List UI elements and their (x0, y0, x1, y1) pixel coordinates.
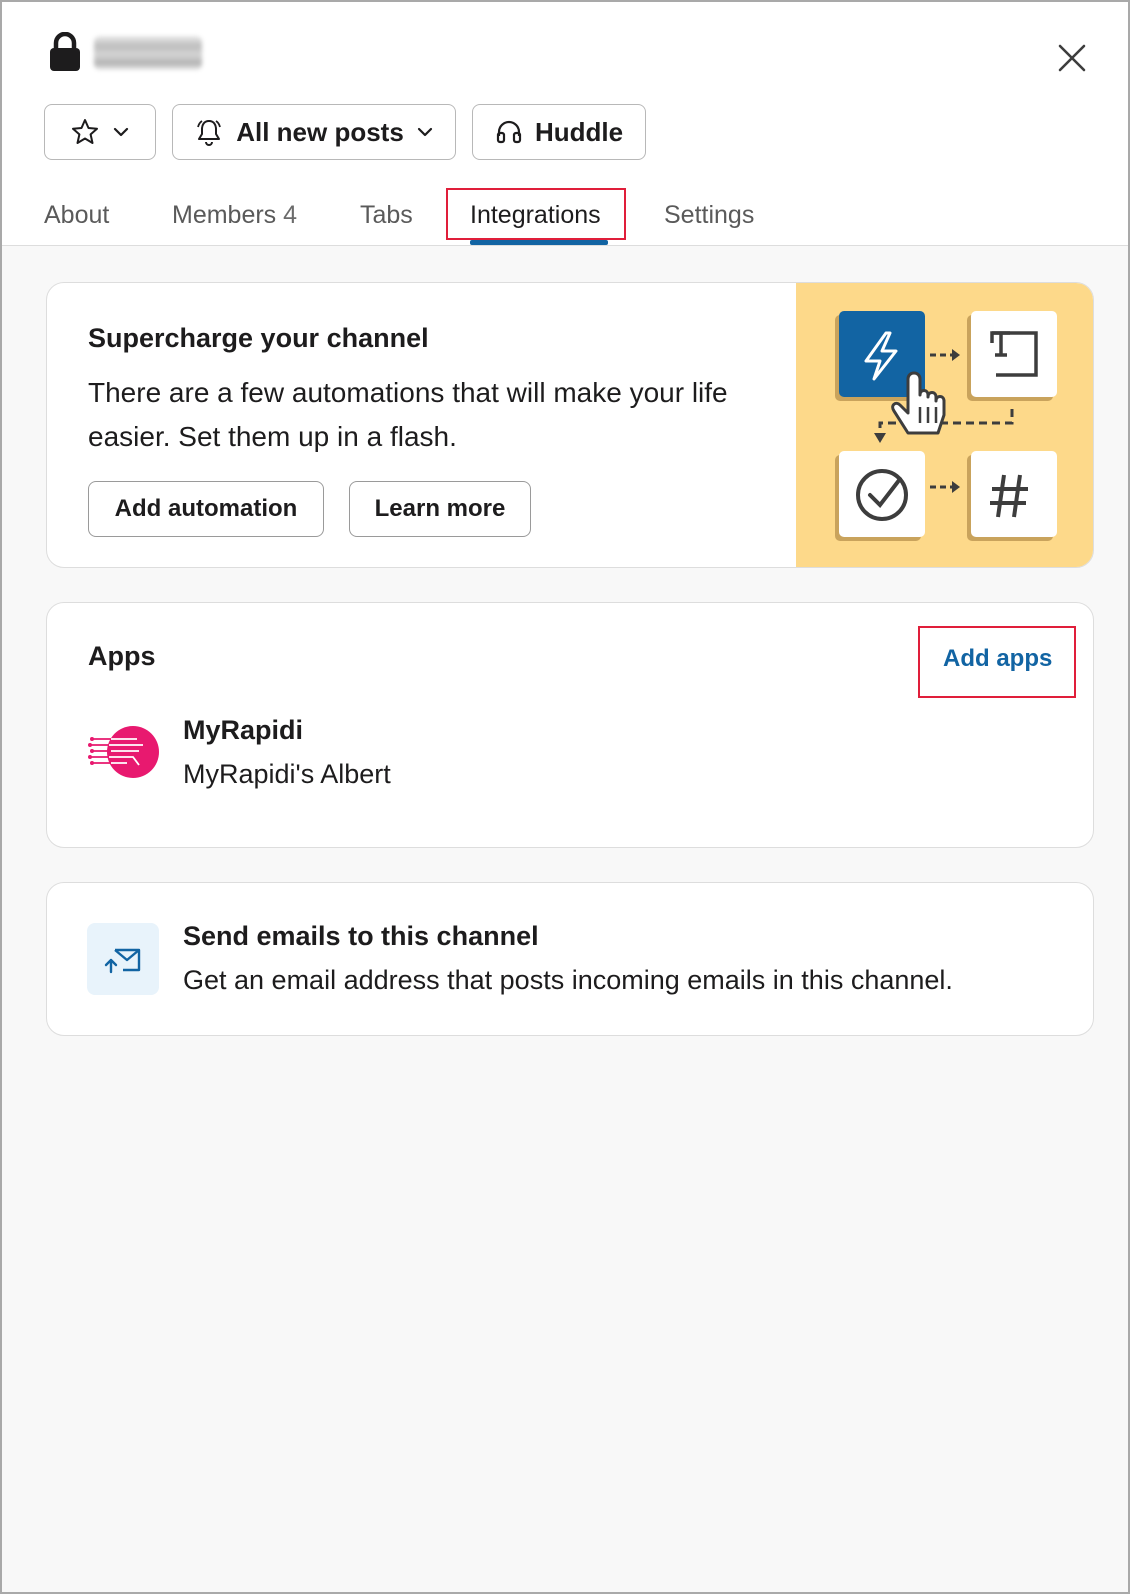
highlight-box-integrations (446, 188, 626, 240)
myrapidi-logo-icon (88, 726, 159, 778)
dialog-header: private-channel All new posts (2, 2, 1128, 246)
channel-details-dialog: private-channel All new posts (0, 0, 1130, 1594)
tab-settings[interactable]: Settings (664, 192, 754, 238)
promo-title: Supercharge your channel (88, 323, 429, 353)
app-name[interactable]: MyRapidi (183, 715, 303, 746)
automation-promo-card: Supercharge your channel There are a few… (46, 282, 1094, 568)
app-subtitle: MyRapidi's Albert (183, 759, 391, 789)
tab-members[interactable]: Members 4 (172, 192, 297, 238)
lock-icon (50, 32, 80, 71)
close-button[interactable] (1052, 38, 1092, 78)
close-icon (1058, 44, 1086, 72)
tab-tabs[interactable]: Tabs (360, 192, 413, 238)
email-icon-tile (87, 923, 159, 995)
bell-icon (197, 120, 222, 146)
huddle-button[interactable]: Huddle (472, 104, 646, 160)
highlight-box-add-apps (918, 626, 1076, 698)
headphones-icon (496, 120, 522, 144)
notifications-label: All new posts (236, 116, 404, 147)
chevron-down-icon (417, 127, 432, 137)
active-tab-underline (470, 240, 608, 245)
chevron-down-icon (113, 127, 129, 137)
learn-more-button[interactable]: Learn more (349, 481, 531, 537)
automation-illustration (796, 283, 1093, 567)
star-icon (72, 119, 98, 144)
tab-members-label: Members (172, 201, 277, 229)
channel-name: private-channel (94, 36, 202, 70)
notifications-button[interactable]: All new posts (172, 104, 456, 160)
members-count: 4 (283, 201, 298, 229)
email-forward-icon (104, 948, 141, 974)
email-title: Send emails to this channel (183, 921, 539, 951)
tab-about[interactable]: About (44, 192, 109, 238)
promo-description: There are a few automations that will ma… (88, 377, 728, 452)
add-automation-button[interactable]: Add automation (88, 481, 324, 537)
apps-title: Apps (88, 641, 156, 671)
huddle-label: Huddle (534, 116, 624, 147)
email-description: Get an email address that posts incoming… (183, 965, 953, 995)
send-emails-card[interactable]: Send emails to this channel Get an email… (46, 882, 1094, 1036)
star-channel-button[interactable] (44, 104, 156, 160)
